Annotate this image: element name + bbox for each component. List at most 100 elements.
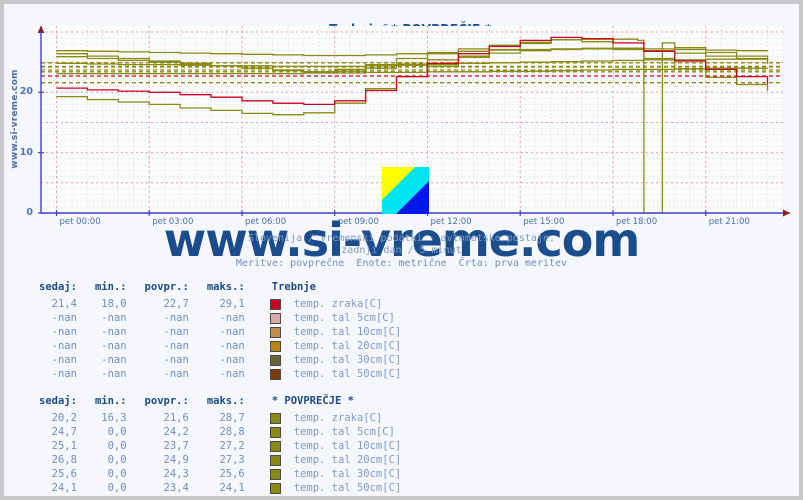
legend-header-row: sedaj: min.: povpr.: maks.: * POVPREČJE … (30, 393, 410, 411)
legend-value-min: 0,0 (107, 482, 127, 494)
swatch-icon (269, 354, 281, 366)
legend-value-maks: -nan (219, 368, 245, 380)
legend-value-sedaj: -nan (51, 312, 77, 324)
legend-row: 21,4 18,0 22,7 29,1 temp. zraka[C] (30, 297, 410, 311)
site-logo-icon (382, 167, 429, 214)
legend-color-swatch (254, 339, 290, 353)
caption-source: Slovenija / vremenski podatki - avtomats… (247, 233, 556, 244)
legend-row: -nan -nan -nan -nan temp. tal 10cm[C] (30, 325, 410, 339)
chart-page: Trebnje&* POVPREČJE * www.si-vreme.com p… (4, 4, 799, 496)
legend-series-label: temp. tal 30cm[C] (293, 468, 402, 480)
legend-value-sedaj: 26,8 (51, 454, 77, 466)
col-station-name: * POVPREČJE * (271, 394, 354, 407)
legend-color-swatch (254, 367, 290, 381)
legend-value-maks: -nan (219, 326, 245, 338)
legend-value-sedaj: -nan (51, 354, 77, 366)
legend-value-min: -nan (101, 326, 127, 338)
legend-value-sedaj: -nan (51, 326, 77, 338)
legend-value-povpr: -nan (163, 326, 189, 338)
legend-value-maks: -nan (219, 340, 245, 352)
legend-value-sedaj: 24,1 (51, 482, 77, 494)
legend-value-min: -nan (101, 368, 127, 380)
legend-value-povpr: 23,7 (163, 440, 189, 452)
legend-value-sedaj: 24,7 (51, 426, 77, 438)
legend-body: 20,2 16,3 21,6 28,7 temp. zraka[C] 24,7 0,0 24,… (30, 411, 410, 495)
legend-value-sedaj: 20,2 (51, 412, 77, 424)
legend-table: sedaj: min.: povpr.: maks.: Trebnje 21,4… (30, 279, 410, 381)
swatch-icon (269, 440, 281, 452)
legend-value-min: 18,0 (101, 298, 127, 310)
col-sedaj: sedaj: (39, 280, 77, 293)
legend-color-swatch (254, 467, 290, 481)
swatch-icon (269, 298, 281, 310)
legend-series-label: temp. tal 10cm[C] (293, 326, 402, 338)
legend-value-povpr: 23,4 (163, 482, 189, 494)
col-sedaj: sedaj: (39, 394, 77, 407)
col-min: min.: (94, 394, 127, 407)
legend-value-maks: -nan (219, 354, 245, 366)
legend-table-povprecje: sedaj: min.: povpr.: maks.: * POVPREČJE … (4, 393, 799, 495)
legend-value-povpr: 22,7 (163, 298, 189, 310)
legend-color-swatch (254, 453, 290, 467)
legend-row: 25,1 0,0 23,7 27,2 temp. tal 10cm[C] (30, 439, 410, 453)
legend-table-trebnje: sedaj: min.: povpr.: maks.: Trebnje 21,4… (4, 279, 799, 381)
y-axis-tick-label: 20 (19, 86, 33, 98)
legend-row: 24,7 0,0 24,2 28,8 temp. tal 5cm[C] (30, 425, 410, 439)
swatch-icon (269, 454, 281, 466)
legend-row: 24,1 0,0 23,4 24,1 temp. tal 50cm[C] (30, 481, 410, 495)
legend-value-maks: 28,7 (219, 412, 245, 424)
legend-value-povpr: -nan (163, 368, 189, 380)
legend-value-povpr: 24,9 (163, 454, 189, 466)
legend-value-min: 0,0 (107, 468, 127, 480)
swatch-icon (269, 326, 281, 338)
legend-row: 26,8 0,0 24,9 27,3 temp. tal 20cm[C] (30, 453, 410, 467)
legend-series-label: temp. zraka[C] (293, 412, 383, 424)
legend-value-maks: 25,6 (219, 468, 245, 480)
swatch-icon (269, 340, 281, 352)
legend-value-maks: 29,1 (219, 298, 245, 310)
legend-series-label: temp. tal 30cm[C] (293, 354, 402, 366)
legend-color-swatch (254, 481, 290, 495)
legend-row: -nan -nan -nan -nan temp. tal 30cm[C] (30, 353, 410, 367)
legend-value-min: -nan (101, 340, 127, 352)
legend-table: sedaj: min.: povpr.: maks.: * POVPREČJE … (30, 393, 410, 495)
y-axis-tick-label: 10 (19, 146, 33, 158)
y-axis-tick-label: 0 (26, 207, 33, 218)
legend-row: -nan -nan -nan -nan temp. tal 50cm[C] (30, 367, 410, 381)
legend-color-swatch (254, 325, 290, 339)
legend-value-min: 0,0 (107, 426, 127, 438)
caption-measure-info: Meritve: povprečne Enote: metrične Črta:… (235, 258, 568, 269)
swatch-icon (269, 426, 281, 438)
legend-value-min: -nan (101, 354, 127, 366)
legend-header-row: sedaj: min.: povpr.: maks.: Trebnje (30, 279, 410, 297)
legend-series-label: temp. zraka[C] (293, 298, 383, 310)
col-station-name: Trebnje (271, 280, 317, 293)
legend-color-swatch (254, 411, 290, 425)
legend-series-label: temp. tal 50cm[C] (293, 482, 402, 494)
legend-color-swatch (254, 439, 290, 453)
legend-value-maks: 27,2 (219, 440, 245, 452)
legend-row: -nan -nan -nan -nan temp. tal 5cm[C] (30, 311, 410, 325)
swatch-icon (269, 412, 281, 424)
legend-row: 20,2 16,3 21,6 28,7 temp. zraka[C] (30, 411, 410, 425)
caption-period: zadnji dan / 5 minut (341, 245, 462, 256)
x-axis-tick-label: pet 03:00 (152, 217, 194, 227)
legend-value-povpr: 21,6 (163, 412, 189, 424)
legend-value-min: 16,3 (101, 412, 127, 424)
legend-value-sedaj: 21,4 (51, 298, 77, 310)
legend-value-min: 0,0 (107, 440, 127, 452)
legend-value-povpr: 24,3 (163, 468, 189, 480)
legend-body: 21,4 18,0 22,7 29,1 temp. zraka[C] -nan -nan -n… (30, 297, 410, 381)
legend-color-swatch (254, 297, 290, 311)
col-povpr: povpr.: (144, 280, 189, 293)
legend-value-sedaj: 25,6 (51, 468, 77, 480)
col-maks: maks.: (206, 280, 245, 293)
legend-value-min: 0,0 (107, 454, 127, 466)
legend-series-label: temp. tal 10cm[C] (293, 440, 402, 452)
x-axis-tick-label: pet 00:00 (59, 217, 101, 227)
legend-value-maks: -nan (219, 312, 245, 324)
col-maks: maks.: (206, 394, 245, 407)
legend-value-povpr: -nan (163, 312, 189, 324)
x-axis-tick-label: pet 09:00 (337, 217, 379, 227)
x-axis-tick-label: pet 21:00 (708, 217, 750, 227)
